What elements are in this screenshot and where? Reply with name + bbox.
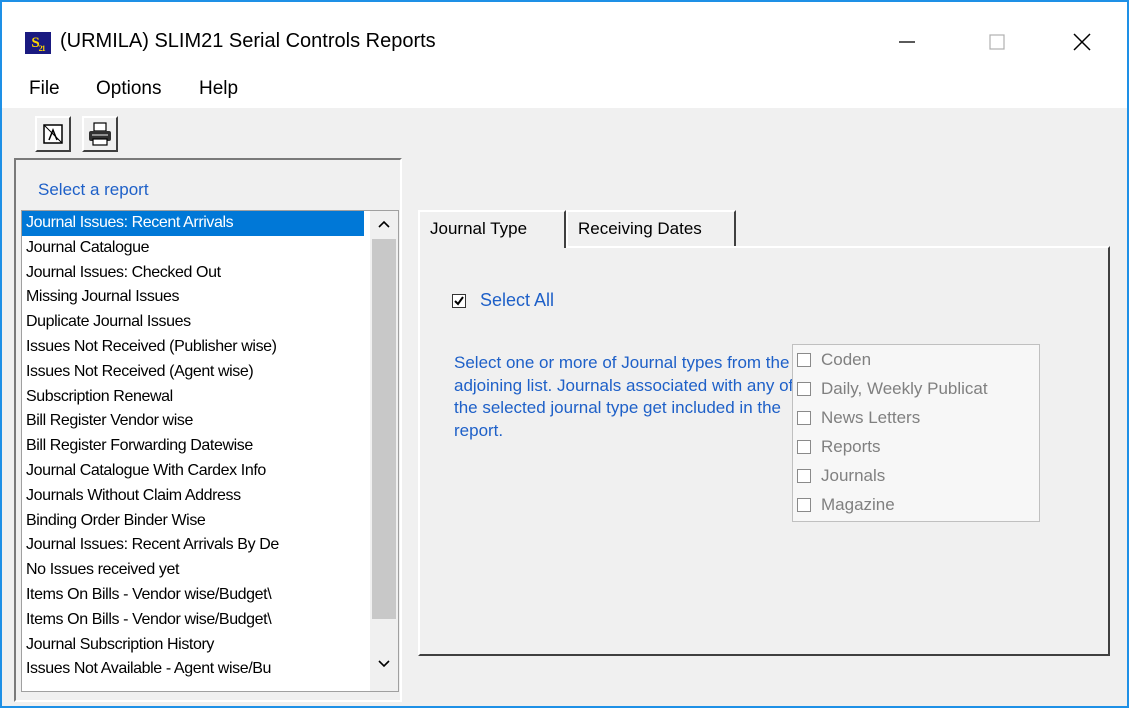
- report-list-item[interactable]: Journal Subscription History: [22, 633, 364, 658]
- select-all-box[interactable]: [452, 293, 466, 308]
- report-options-tabs: Journal Type Receiving Dates Select All …: [418, 210, 1110, 656]
- journal-type-checkbox[interactable]: [797, 381, 811, 396]
- report-list-item[interactable]: Subscription Renewal: [22, 385, 364, 410]
- menu-file[interactable]: File: [29, 78, 60, 100]
- scrollbar-thumb[interactable]: [372, 239, 396, 619]
- report-list-item[interactable]: Items On Bills - Vendor wise/Budget\: [22, 608, 364, 633]
- close-button[interactable]: [1052, 20, 1112, 64]
- report-list-item[interactable]: Issues Not Available - Agent wise/Bu: [22, 657, 364, 682]
- report-list-item[interactable]: Bill Register Forwarding Datewise: [22, 434, 364, 459]
- report-list-item[interactable]: Binding Order Binder Wise: [22, 509, 364, 534]
- report-list-item[interactable]: Issues Not Received (Agent wise): [22, 360, 364, 385]
- tab-receiving-dates[interactable]: Receiving Dates: [566, 210, 736, 246]
- menu-help[interactable]: Help: [199, 78, 238, 100]
- report-list-item[interactable]: Journal Catalogue With Cardex Info: [22, 459, 364, 484]
- report-list-item[interactable]: Journals Without Claim Address: [22, 484, 364, 509]
- journal-type-item[interactable]: Daily, Weekly Publicat: [793, 374, 1039, 403]
- menu-bar: File Options Help: [2, 64, 1127, 108]
- chevron-up-icon: [378, 220, 390, 228]
- report-list-item[interactable]: Journal Issues: Recent Arrivals: [22, 211, 364, 236]
- tab-journal-type[interactable]: Journal Type: [418, 210, 566, 248]
- journal-type-checkbox[interactable]: [797, 468, 811, 483]
- report-selection-panel: Select a report Journal Issues: Recent A…: [14, 158, 402, 702]
- app-window: S21 (URMILA) SLIM21 Serial Controls Repo…: [0, 0, 1129, 708]
- select-all-label: Select All: [480, 290, 555, 310]
- journal-type-label: News Letters: [821, 407, 921, 427]
- app-icon: S21: [25, 32, 51, 54]
- maximize-icon: [989, 34, 1005, 50]
- journal-type-item[interactable]: Journals: [793, 461, 1039, 490]
- toolbar: [2, 108, 1127, 154]
- report-list[interactable]: Journal Issues: Recent Arrivals Journal C…: [21, 210, 399, 692]
- printer-icon: [89, 122, 111, 146]
- report-panel-title: Select a report: [38, 180, 149, 199]
- checkmark-icon: [454, 295, 464, 306]
- chevron-down-icon: [378, 660, 390, 668]
- journal-type-item[interactable]: Reports: [793, 432, 1039, 461]
- preview-button[interactable]: [35, 116, 71, 152]
- report-list-item[interactable]: Missing Journal Issues: [22, 285, 364, 310]
- report-list-item[interactable]: Journal Catalogue: [22, 236, 364, 261]
- report-list-item[interactable]: Bill Register Vendor wise: [22, 409, 364, 434]
- scroll-up-arrow[interactable]: [370, 211, 398, 237]
- close-icon: [1073, 33, 1091, 51]
- select-all-checkbox[interactable]: Select All: [452, 290, 554, 311]
- minimize-icon: [899, 41, 915, 43]
- journal-type-checkbox[interactable]: [797, 352, 811, 367]
- journal-type-checkbox[interactable]: [797, 410, 811, 425]
- window-title: (URMILA) SLIM21 Serial Controls Reports: [60, 30, 436, 52]
- journal-type-label: Reports: [821, 436, 881, 456]
- maximize-button[interactable]: [967, 20, 1027, 64]
- journal-type-label: Daily, Weekly Publicat: [821, 378, 988, 398]
- minimize-button[interactable]: [877, 20, 937, 64]
- journal-type-label: Journals: [821, 465, 886, 485]
- report-list-item[interactable]: Journal Issues: Checked Out: [22, 261, 364, 286]
- menu-options[interactable]: Options: [96, 78, 161, 100]
- journal-type-description: Select one or more of Journal types from…: [454, 353, 794, 440]
- report-list-item[interactable]: Items On Bills - Vendor wise/Budget\: [22, 583, 364, 608]
- journal-type-checkbox[interactable]: [797, 439, 811, 454]
- report-list-item[interactable]: Issues Not Received (Publisher wise): [22, 335, 364, 360]
- journal-type-label: Magazine: [821, 494, 895, 514]
- print-button[interactable]: [82, 116, 118, 152]
- journal-type-item[interactable]: Coden: [793, 345, 1039, 374]
- report-list-item[interactable]: Journal Issues: Recent Arrivals By De: [22, 533, 364, 558]
- report-list-item[interactable]: No Issues received yet: [22, 558, 364, 583]
- journal-type-item[interactable]: News Letters: [793, 403, 1039, 432]
- report-list-scrollbar[interactable]: [370, 211, 398, 691]
- journal-type-label: Coden: [821, 349, 872, 369]
- journal-type-item[interactable]: Magazine: [793, 490, 1039, 519]
- preview-icon: [43, 124, 63, 144]
- report-list-item[interactable]: Duplicate Journal Issues: [22, 310, 364, 335]
- journal-type-list[interactable]: Coden Daily, Weekly Publicat News Letter…: [792, 344, 1040, 522]
- title-bar[interactable]: S21 (URMILA) SLIM21 Serial Controls Repo…: [2, 2, 1127, 64]
- journal-type-checkbox[interactable]: [797, 497, 811, 512]
- scroll-down-arrow[interactable]: [370, 651, 398, 677]
- journal-type-panel: Select All Select one or more of Journal…: [418, 246, 1110, 656]
